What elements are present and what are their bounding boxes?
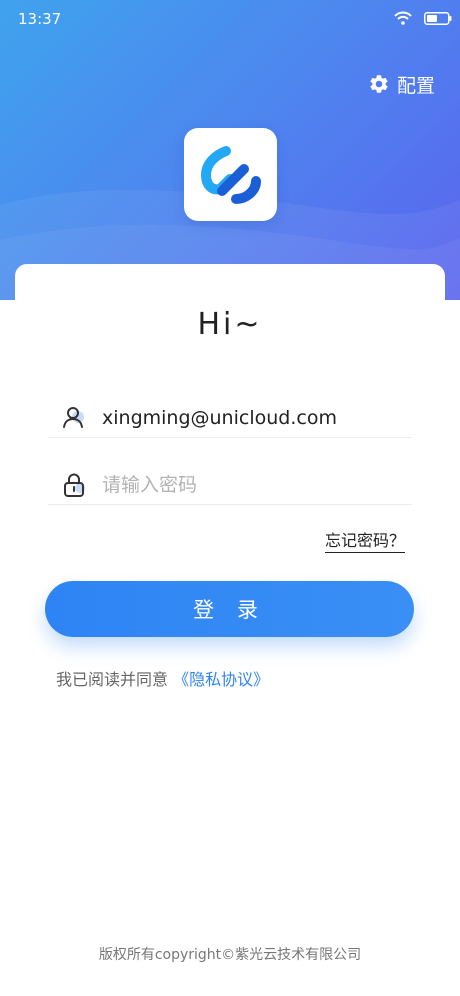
agreement-text: 我已阅读并同意 《隐私协议》 (56, 666, 269, 690)
privacy-policy-link[interactable]: 《隐私协议》 (173, 670, 269, 689)
wifi-icon (394, 11, 412, 25)
password-field (48, 465, 412, 505)
logo-mark-icon (200, 145, 261, 204)
config-label: 配置 (397, 74, 436, 97)
forgot-password-link[interactable]: 忘记密码？ (325, 527, 406, 553)
config-button[interactable]: 配置 (368, 71, 435, 97)
status-bar: 13:37 (0, 0, 460, 36)
status-time: 13:37 (18, 10, 62, 28)
username-field (48, 398, 412, 438)
gear-icon (370, 75, 388, 93)
agreement-prefix: 我已阅读并同意 (56, 670, 169, 689)
greeting-title: Hi~ (197, 307, 263, 342)
app-logo (184, 128, 277, 221)
copyright-footer: 版权所有copyright©紫光云技术有限公司 (98, 947, 362, 963)
username-input[interactable] (102, 406, 402, 429)
battery-icon (424, 12, 452, 25)
user-icon (63, 406, 84, 428)
password-input[interactable] (102, 473, 402, 496)
login-button[interactable]: 登 录 (45, 581, 414, 637)
lock-icon (64, 473, 85, 497)
